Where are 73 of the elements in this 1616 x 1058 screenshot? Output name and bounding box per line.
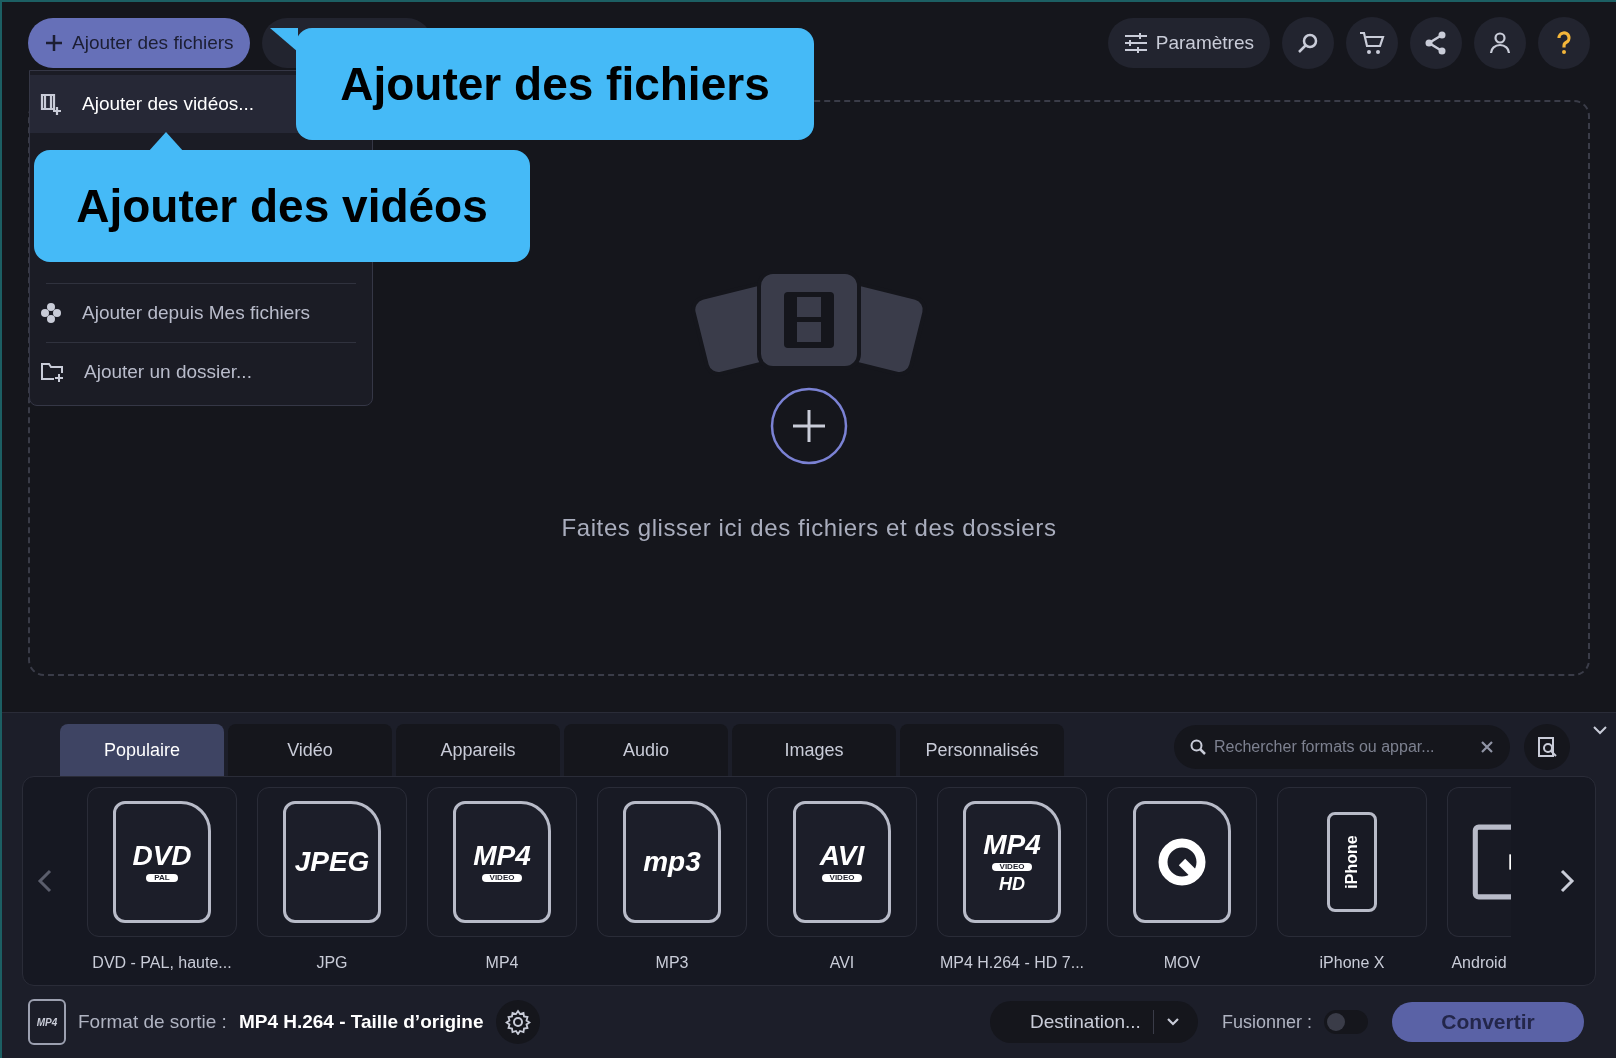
callout-pointer	[148, 132, 184, 152]
cart-icon	[1359, 31, 1385, 55]
settings-button[interactable]	[495, 1000, 540, 1044]
tab[interactable]: Vidéo	[228, 724, 392, 776]
format-label: MOV	[1163, 953, 1201, 973]
format-label: AVI	[829, 953, 855, 973]
format-file-icon: AVI VIDEO	[793, 801, 891, 923]
plus-icon	[44, 33, 64, 53]
format-label: DVD - PAL, haute...	[92, 953, 232, 973]
format-card[interactable]: iPhone	[1277, 787, 1427, 937]
format-card[interactable]	[1107, 787, 1257, 937]
cart-button[interactable]	[1346, 17, 1398, 69]
merge-toggle[interactable]	[1324, 1010, 1368, 1034]
search-button[interactable]	[1282, 17, 1334, 69]
share-icon	[1424, 31, 1448, 55]
search-icon	[1297, 32, 1319, 54]
format-card[interactable]: MP4 VIDEO	[427, 787, 577, 937]
search-input[interactable]: Rechercher formats ou appar...	[1214, 734, 1472, 759]
search-icon	[1190, 738, 1206, 755]
merge-label: Fusionner :	[1221, 1010, 1312, 1034]
format-card[interactable]: JPEG	[257, 787, 407, 937]
output-format-value: MP4 H.264 - Taille d’origine	[238, 1009, 484, 1034]
help-button[interactable]	[1538, 17, 1590, 69]
format-card[interactable]: MP4 VIDEO HD	[937, 787, 1087, 937]
drop-hint: Faites glisser ici des fichiers et des dossiers	[561, 513, 1057, 543]
format-file-icon: mp3	[623, 801, 721, 923]
tab[interactable]: Images	[732, 724, 896, 776]
tutorial-callout: Ajouter des vidéos	[34, 150, 530, 262]
search-field[interactable]: Rechercher formats ou appar...	[1174, 724, 1510, 769]
destination-dropdown[interactable]: Destination...	[989, 1001, 1198, 1043]
settings-button[interactable]: Paramètres	[1107, 18, 1270, 68]
output-format-label: Format de sortie :	[78, 1009, 227, 1034]
folder-add-icon	[40, 361, 64, 383]
share-button[interactable]	[1410, 17, 1462, 69]
menu-item[interactable]: Ajouter un dossier...	[30, 343, 372, 401]
format-file-icon: MP4	[28, 999, 66, 1045]
gear-icon	[504, 1009, 531, 1035]
tab[interactable]: Populaire	[60, 724, 224, 776]
format-file-icon: JPEG	[283, 801, 381, 923]
account-button[interactable]	[1474, 17, 1526, 69]
help-icon	[1556, 31, 1572, 55]
add-files-button[interactable]: Ajouter des fichiers	[28, 18, 250, 68]
add-circle-icon[interactable]	[769, 386, 849, 466]
format-label: MP4	[485, 953, 519, 973]
document-search-icon	[1535, 735, 1559, 758]
phone-icon: iPhone	[1327, 812, 1377, 912]
menu-item[interactable]: Ajouter depuis Mes fichiers	[30, 284, 372, 342]
preview-button[interactable]	[1524, 723, 1570, 770]
format-card[interactable]: DVD PAL	[87, 787, 237, 937]
format-card[interactable]: AVI VIDEO	[767, 787, 917, 937]
q-logo-icon	[1156, 836, 1208, 888]
format-file-icon: DVD PAL	[113, 801, 211, 923]
tab[interactable]: Audio	[564, 724, 728, 776]
caret-icon	[1165, 1017, 1180, 1027]
format-label: iPhone X	[1319, 953, 1385, 973]
format-card[interactable]	[1447, 787, 1511, 937]
callout-pointer	[270, 28, 298, 52]
format-file-icon: MP4 VIDEO	[453, 801, 551, 923]
format-file-icon: MP4 VIDEO HD	[963, 801, 1061, 923]
format-label: MP4 H.264 - HD 7...	[939, 953, 1084, 973]
dots-icon	[40, 302, 62, 324]
collapse-icon[interactable]	[1592, 725, 1608, 735]
tutorial-callout: Ajouter des fichiers	[296, 28, 814, 140]
tab[interactable]: Appareils	[396, 724, 560, 776]
video-add-icon	[40, 93, 62, 115]
format-card[interactable]: mp3	[597, 787, 747, 937]
format-label: Android	[1451, 953, 1507, 973]
tab[interactable]: Personnalisés	[900, 724, 1064, 776]
format-label: JPG	[316, 953, 348, 973]
close-icon[interactable]	[1480, 739, 1494, 754]
sliders-icon	[1123, 32, 1148, 54]
user-icon	[1489, 32, 1511, 54]
format-label: MP3	[655, 953, 689, 973]
